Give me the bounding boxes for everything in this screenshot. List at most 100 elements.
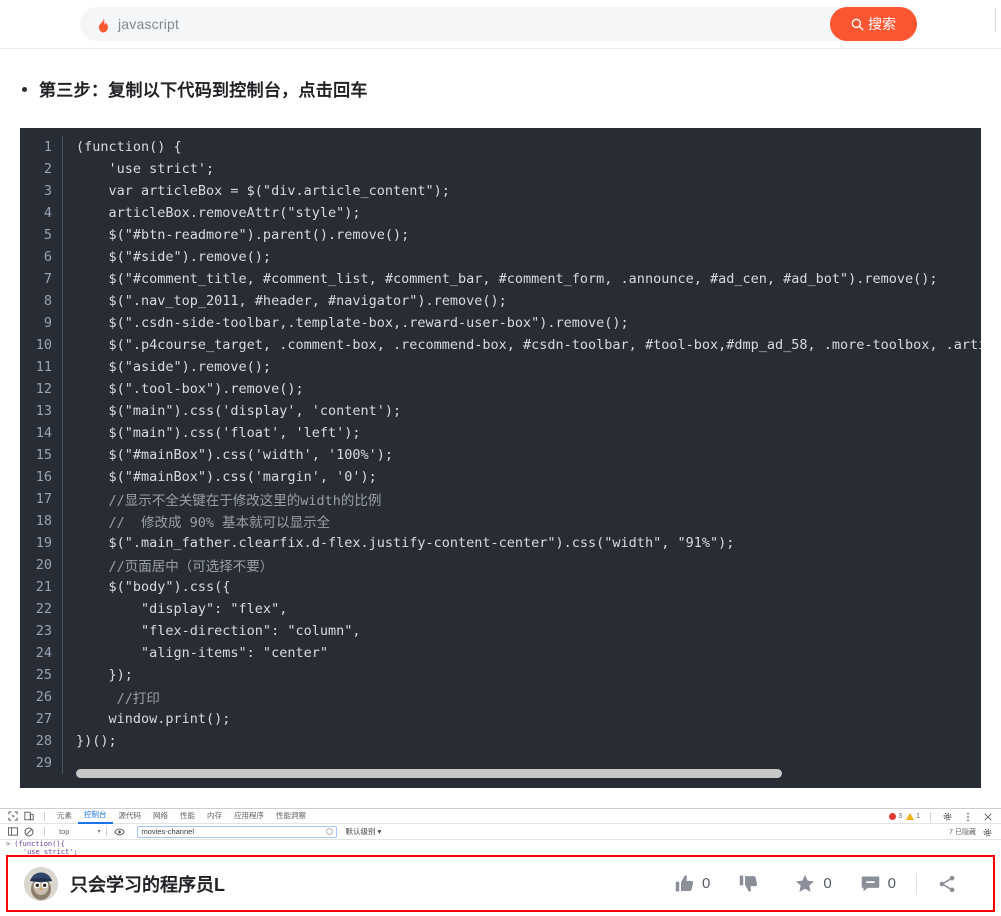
- code-line-number: 2: [43, 161, 52, 177]
- code-line-text: var articleBox = $("div.article_content"…: [76, 183, 450, 199]
- code-line-number: 9: [43, 315, 52, 331]
- code-line-number: 24: [35, 645, 52, 661]
- share-button[interactable]: [923, 874, 971, 894]
- devtools-tab-memory[interactable]: 内存: [201, 809, 228, 823]
- search-bar[interactable]: javascript 搜索: [80, 7, 917, 41]
- avatar-image: [24, 866, 58, 901]
- code-line: 28})();: [20, 730, 981, 752]
- code-line: 11 $("aside").remove();: [20, 356, 981, 378]
- code-gutter-divider: [62, 598, 63, 620]
- devtools-tab-console[interactable]: 控制台: [78, 808, 113, 824]
- inspect-element-icon[interactable]: [6, 810, 19, 822]
- code-gutter-divider: [62, 422, 63, 444]
- code-line-text: //显示不全关键在于修改这里的width的比例: [76, 493, 382, 509]
- devtools-tab-performance[interactable]: 性能: [174, 809, 201, 823]
- code-line-text: //打印: [76, 691, 160, 707]
- live-expression-eye-icon[interactable]: [113, 826, 126, 838]
- console-settings-gear-icon[interactable]: [981, 826, 994, 838]
- code-line-text: (function() {: [76, 139, 182, 155]
- code-line-number: 14: [35, 425, 52, 441]
- console-line-text-2: 'use strict';: [6, 848, 78, 855]
- code-line-text: $(".tool-box").remove();: [76, 381, 304, 397]
- devtools-tab-sources[interactable]: 源代码: [113, 809, 148, 823]
- console-output[interactable]: > (function(){ 'use strict';: [0, 840, 1001, 855]
- code-gutter-divider: [62, 246, 63, 268]
- error-badge[interactable]: 3: [889, 813, 902, 820]
- code-line-number: 20: [35, 557, 52, 573]
- code-horizontal-scrollbar[interactable]: [76, 769, 981, 778]
- search-button[interactable]: 搜索: [830, 7, 917, 41]
- dislike-button[interactable]: [724, 873, 780, 894]
- code-line: 1 (function() {: [20, 136, 981, 158]
- console-context-value: top: [59, 827, 70, 836]
- author-name[interactable]: 只会学习的程序员L: [70, 871, 225, 897]
- code-gutter-divider: [62, 730, 63, 752]
- search-input-value[interactable]: javascript: [118, 16, 179, 32]
- code-line-text: "display": "flex",: [76, 601, 288, 617]
- code-line-number: 25: [35, 667, 52, 683]
- avatar[interactable]: [24, 866, 58, 901]
- actions-divider: [930, 812, 931, 821]
- code-line-number: 18: [35, 513, 52, 529]
- code-line-number: 29: [35, 755, 52, 771]
- settings-gear-icon[interactable]: [941, 811, 954, 823]
- favorite-count: 0: [823, 875, 832, 892]
- devtools-tab-application[interactable]: 应用程序: [228, 809, 270, 823]
- thumbs-up-icon: [675, 875, 694, 892]
- clear-console-icon[interactable]: [22, 826, 35, 838]
- console-context-select[interactable]: top ▾: [59, 827, 100, 836]
- console-line-2: 'use strict';: [6, 848, 1001, 855]
- more-options-icon[interactable]: [961, 811, 974, 823]
- code-line: 22 "display": "flex",: [20, 598, 981, 620]
- code-block[interactable]: 1 (function() {2 'use strict'; 3 var artic…: [20, 128, 981, 788]
- code-line-text: //页面居中（可选择不要）: [76, 559, 274, 575]
- code-line-number: 28: [35, 733, 52, 749]
- devtools-tabbar-actions: 3 1: [889, 809, 997, 824]
- code-line-number: 1: [43, 139, 52, 155]
- code-line-text: $(".csdn-side-toolbar,.template-box,.rew…: [76, 315, 629, 331]
- code-scrollbar-thumb[interactable]: [76, 769, 782, 778]
- devtools-tab-performance-insights[interactable]: 性能洞察: [270, 809, 312, 823]
- share-icon: [939, 875, 955, 892]
- like-button[interactable]: 0: [660, 873, 724, 894]
- code-line: 19 $(".main_father.clearfix.d-flex.justi…: [20, 532, 981, 554]
- code-line: 18 // 修改成 90% 基本就可以显示全: [20, 510, 981, 532]
- device-toolbar-icon[interactable]: [22, 810, 35, 822]
- code-line-number: 26: [35, 689, 52, 705]
- code-gutter-divider: [62, 202, 63, 224]
- code-gutter-divider: [62, 620, 63, 642]
- code-line: 13 $("main").css('display', 'content');: [20, 400, 981, 422]
- code-gutter-divider: [62, 312, 63, 334]
- filterbar-divider: [44, 827, 45, 836]
- code-line: 15 $("#mainBox").css('width', '100%');: [20, 444, 981, 466]
- console-filter-input[interactable]: movies-channel: [137, 825, 338, 838]
- code-line-number: 15: [35, 447, 52, 463]
- close-devtools-icon[interactable]: [981, 811, 994, 823]
- code-line-text: $("body").css({: [76, 579, 231, 595]
- code-line: 8 $(".nav_top_2011, #header, #navigator"…: [20, 290, 981, 312]
- action-buttons: 0 0 0: [660, 872, 971, 895]
- step-heading-text: 第三步：复制以下代码到控制台，点击回车: [39, 81, 368, 100]
- console-filter-right: 7 已隐藏: [949, 824, 997, 840]
- devtools-panel: 元素 控制台 源代码 网络 性能 内存 应用程序 性能洞察 3 1 top ▾ …: [0, 808, 1001, 856]
- warning-badge[interactable]: 1: [906, 813, 920, 820]
- console-sidebar-toggle-icon[interactable]: [6, 826, 19, 838]
- code-gutter-divider: [62, 642, 63, 664]
- devtools-tab-elements[interactable]: 元素: [51, 809, 78, 823]
- code-line-number: 22: [35, 601, 52, 617]
- devtools-tab-network[interactable]: 网络: [147, 809, 174, 823]
- console-filter-value: movies-channel: [141, 827, 194, 836]
- chevron-down-icon: ▾: [97, 829, 101, 835]
- clear-filter-icon[interactable]: [326, 828, 334, 835]
- code-line-text: window.print();: [76, 711, 231, 727]
- code-line-number: 23: [35, 623, 52, 639]
- comment-button[interactable]: 0: [846, 873, 910, 894]
- code-line-text: $("main").css('display', 'content');: [76, 403, 402, 419]
- code-line-number: 10: [35, 337, 52, 353]
- star-icon: [796, 874, 815, 892]
- console-levels-select[interactable]: 默认级别 ▾: [345, 826, 381, 837]
- code-gutter-divider: [62, 708, 63, 730]
- code-gutter-divider: [62, 268, 63, 290]
- favorite-button[interactable]: 0: [780, 873, 845, 895]
- code-gutter-divider: [62, 158, 63, 180]
